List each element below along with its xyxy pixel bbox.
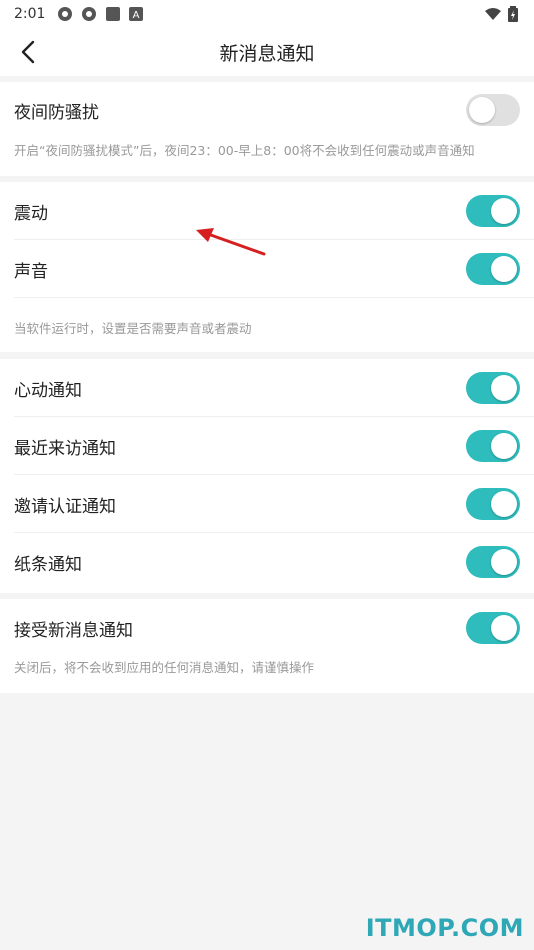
- heart-notify-toggle[interactable]: [466, 372, 520, 404]
- toggle-knob: [491, 375, 517, 401]
- invite-notify-toggle[interactable]: [466, 488, 520, 520]
- vibrate-toggle[interactable]: [466, 195, 520, 227]
- visitor-notify-toggle[interactable]: [466, 430, 520, 462]
- notify-row: 最近来访通知: [0, 417, 534, 475]
- accept-row: 接受新消息通知: [0, 599, 534, 657]
- status-icons-right: [484, 6, 518, 22]
- toggle-knob: [469, 97, 495, 123]
- aperture-icon: [58, 7, 73, 21]
- nav-bar: 新消息通知: [0, 28, 534, 76]
- wifi-icon: [485, 8, 501, 20]
- night-mode-toggle[interactable]: [466, 94, 520, 126]
- annotation-arrow-icon: [196, 228, 266, 256]
- sound-section: 震动 声音 当软件运行时，设置是否需要声音或者震动: [0, 182, 534, 352]
- notify-label: 纸条通知: [14, 554, 82, 575]
- toggle-knob: [491, 491, 517, 517]
- status-bar: 2:01 A: [0, 0, 534, 28]
- watermark-logo: ITMOP.COM: [365, 914, 524, 942]
- notify-row: 心动通知: [0, 359, 534, 417]
- night-mode-label: 夜间防骚扰: [14, 102, 99, 123]
- notify-label: 最近来访通知: [14, 438, 116, 459]
- notify-section: 心动通知 最近来访通知 邀请认证通知 纸条通知: [0, 359, 534, 593]
- notify-row: 邀请认证通知: [0, 475, 534, 533]
- notify-label: 心动通知: [14, 380, 82, 401]
- toggle-knob: [491, 615, 517, 641]
- vibrate-label: 震动: [14, 203, 48, 224]
- accept-toggle[interactable]: [466, 612, 520, 644]
- back-button[interactable]: [14, 38, 42, 66]
- page-title: 新消息通知: [219, 42, 315, 65]
- a-badge-icon: A: [129, 7, 144, 21]
- night-mode-hint: 开启“夜间防骚扰模式”后，夜间23：00-早上8：00将不会收到任何震动或声音通…: [14, 143, 475, 158]
- battery-charging-icon: [508, 6, 518, 22]
- accept-section: 接受新消息通知 关闭后，将不会收到应用的任何消息通知，请谨慎操作: [0, 599, 534, 693]
- sound-toggle[interactable]: [466, 253, 520, 285]
- status-time: 2:01: [14, 6, 46, 22]
- status-icons-left: A: [57, 6, 144, 22]
- toggle-knob: [491, 433, 517, 459]
- accept-hint: 关闭后，将不会收到应用的任何消息通知，请谨慎操作: [14, 660, 315, 675]
- night-mode-row: 夜间防骚扰: [0, 82, 534, 138]
- sound-hint: 当软件运行时，设置是否需要声音或者震动: [14, 321, 252, 336]
- notify-label: 邀请认证通知: [14, 496, 116, 517]
- square-icon: [106, 7, 121, 21]
- svg-text:A: A: [133, 10, 140, 21]
- accept-label: 接受新消息通知: [14, 620, 133, 641]
- aperture-icon: [82, 7, 97, 21]
- notify-row: 纸条通知: [0, 533, 534, 591]
- chevron-left-icon: [21, 40, 35, 64]
- toggle-knob: [491, 198, 517, 224]
- night-section: 夜间防骚扰 开启“夜间防骚扰模式”后，夜间23：00-早上8：00将不会收到任何…: [0, 82, 534, 176]
- note-notify-toggle[interactable]: [466, 546, 520, 578]
- toggle-knob: [491, 549, 517, 575]
- toggle-knob: [491, 256, 517, 282]
